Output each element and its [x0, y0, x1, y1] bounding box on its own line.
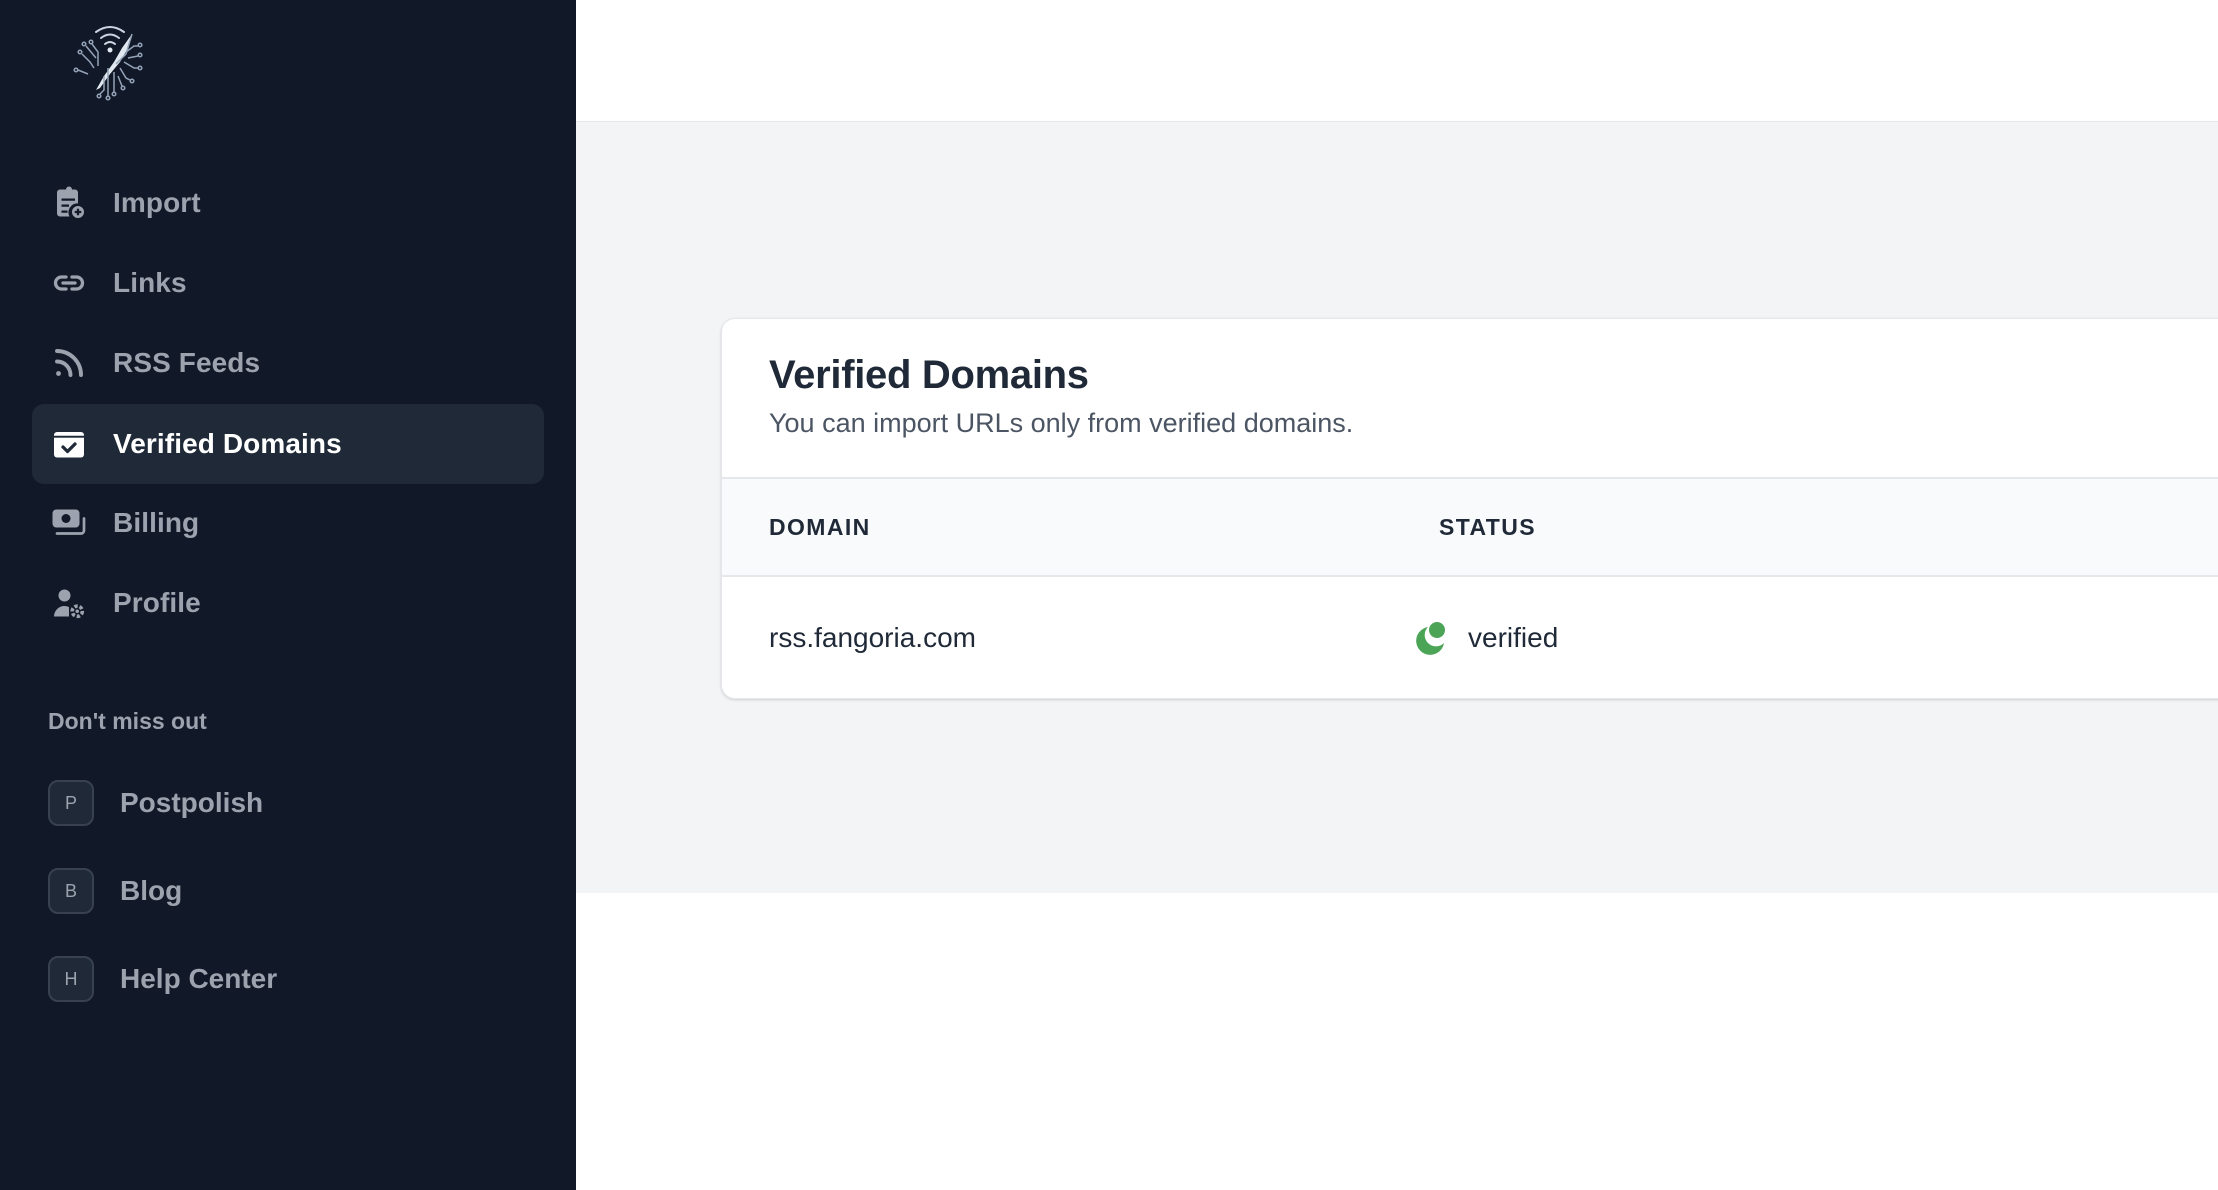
sidebar-item-profile[interactable]: Profile [32, 563, 544, 643]
initial-badge: B [48, 868, 94, 914]
sidebar-item-label: Links [113, 267, 187, 298]
sidebar-link-label: Help Center [120, 963, 278, 994]
sidebar-item-rss-feeds[interactable]: RSS Feeds [32, 323, 544, 403]
status-badge: verified [1468, 622, 1559, 653]
sidebar-item-label: Profile [113, 587, 201, 618]
sidebar-link-label: Blog [120, 875, 183, 906]
sidebar-link-postpolish[interactable]: P Postpolish [48, 773, 548, 833]
feather-circuit-logo-icon [73, 26, 143, 101]
rss-icon [51, 345, 87, 381]
table-row: rss.fangoria.com verified [722, 577, 2218, 698]
column-header-domain: DOMAIN [769, 514, 871, 540]
domain-cell: rss.fangoria.com [769, 622, 976, 653]
sidebar-item-label: RSS Feeds [113, 347, 261, 378]
clipboard-plus-icon [51, 185, 87, 221]
sidebar-item-import[interactable]: Import [32, 163, 544, 243]
sidebar-item-label: Billing [113, 507, 200, 538]
app-logo[interactable] [68, 18, 152, 104]
page-subtitle: You can import URLs only from verified d… [769, 408, 1354, 438]
main-content: Verified Domains You can import URLs onl… [576, 122, 2218, 893]
sidebar-link-help-center[interactable]: H Help Center [48, 949, 548, 1009]
user-gear-icon [51, 585, 87, 621]
page-title: Verified Domains [769, 353, 1089, 397]
verified-status-icon [1416, 622, 1445, 655]
sidebar-item-label: Verified Domains [113, 428, 342, 459]
initial-badge: P [48, 780, 94, 826]
sidebar-item-verified-domains[interactable]: Verified Domains [32, 404, 544, 484]
column-header-status: STATUS [1439, 514, 1536, 540]
card-header: Verified Domains You can import URLs onl… [722, 319, 2218, 479]
calendar-check-icon [51, 426, 87, 462]
sidebar: Import Links RSS Feeds Verified Domains [0, 0, 576, 1190]
sidebar-link-label: Postpolish [120, 787, 264, 818]
initial-badge: H [48, 956, 94, 1002]
link-icon [51, 265, 87, 301]
verified-domains-card: Verified Domains You can import URLs onl… [721, 318, 2218, 699]
app-root: Import Links RSS Feeds Verified Domains [0, 0, 2218, 1190]
status-cell: verified [1412, 577, 1559, 698]
sidebar-link-blog[interactable]: B Blog [48, 861, 548, 921]
banknotes-icon [51, 505, 87, 541]
sidebar-item-links[interactable]: Links [32, 243, 544, 323]
top-header [576, 0, 2218, 122]
sidebar-item-billing[interactable]: Billing [32, 483, 544, 563]
section-label-dont-miss-out: Don't miss out [48, 708, 207, 734]
table-header: DOMAIN STATUS [722, 479, 2218, 577]
sidebar-item-label: Import [113, 187, 201, 218]
